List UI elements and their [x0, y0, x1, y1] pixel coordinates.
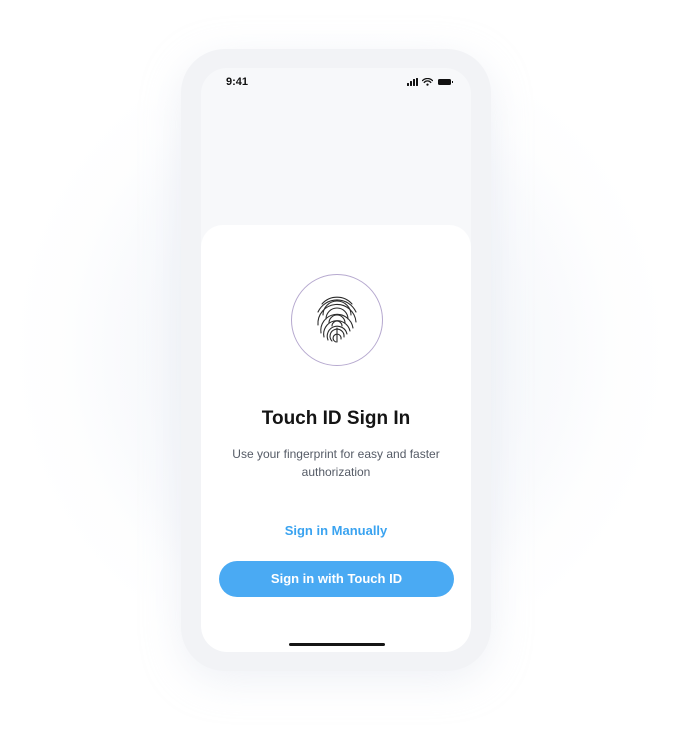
sign-in-touch-id-button[interactable]: Sign in with Touch ID	[219, 561, 454, 597]
battery-icon	[438, 79, 453, 85]
wifi-icon	[422, 78, 433, 86]
phone-frame: 9:41 Touch ID Sign In Use your fingerpri…	[181, 49, 491, 671]
page-subtitle: Use your fingerprint for easy and faster…	[232, 447, 440, 479]
cellular-signal-icon	[407, 78, 418, 86]
phone-screen: 9:41 Touch ID Sign In Use your fingerpri…	[201, 68, 471, 652]
status-bar: 9:41	[201, 68, 471, 98]
page-title: Touch ID Sign In	[261, 408, 411, 429]
status-time: 9:41	[226, 76, 249, 88]
status-icons	[407, 78, 453, 86]
touch-id-card: Touch ID Sign In Use your fingerprint fo…	[201, 225, 471, 652]
fingerprint-button[interactable]	[291, 274, 383, 366]
home-indicator	[289, 643, 385, 646]
fingerprint-icon	[317, 296, 357, 343]
sign-in-manually-link[interactable]: Sign in Manually	[201, 523, 471, 538]
